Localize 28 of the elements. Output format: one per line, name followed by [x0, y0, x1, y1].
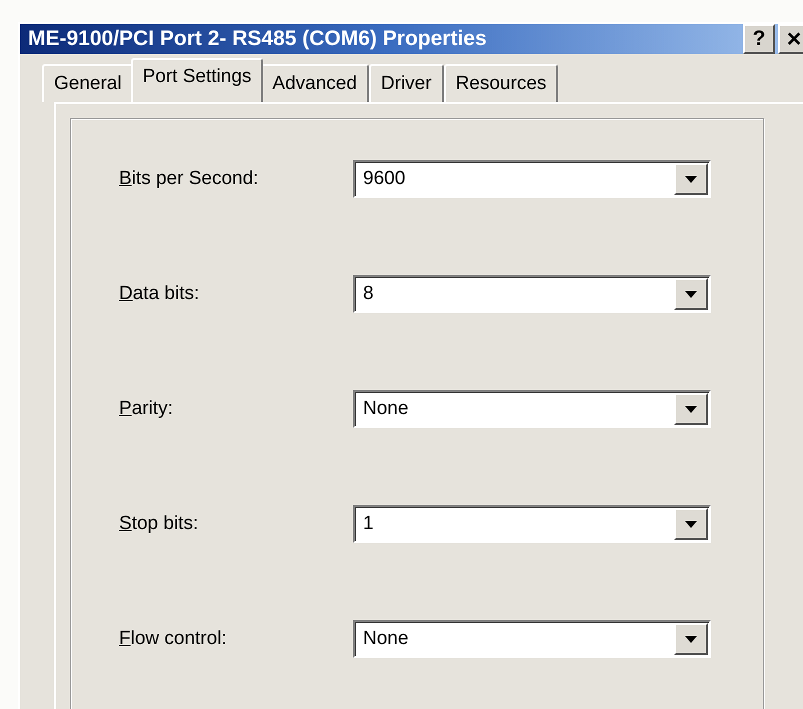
tab[interactable]: Port Settings — [130, 58, 264, 102]
field-label: Flow control: — [119, 628, 228, 650]
tab[interactable]: Driver — [368, 64, 444, 102]
dropdown-button[interactable] — [674, 508, 708, 540]
dropdown-button[interactable] — [674, 623, 708, 655]
window-title: ME-9100/PCI Port 2- RS485 (COM6) Properties — [28, 27, 487, 51]
field-label: Parity: — [119, 398, 174, 420]
field-label: Stop bits: — [119, 513, 200, 535]
caret-icon — [685, 176, 697, 182]
dropdown-button[interactable] — [674, 278, 708, 310]
dropdown-button[interactable] — [674, 163, 708, 195]
caret-icon — [685, 290, 697, 298]
tab[interactable]: Advanced — [260, 64, 369, 102]
dropdown-button[interactable] — [674, 393, 708, 425]
dropdown-field[interactable]: 8 — [353, 275, 711, 313]
dropdown-field[interactable]: 9600 — [353, 160, 711, 198]
field-label: Bits per Second: — [119, 168, 260, 190]
tab[interactable]: General — [42, 64, 134, 102]
dropdown-field[interactable]: None — [353, 390, 711, 428]
caret-icon — [685, 520, 697, 528]
caret-icon — [685, 636, 697, 642]
close-button[interactable]: × — [778, 24, 803, 54]
dropdown-field[interactable]: None — [353, 620, 711, 658]
field-label: Data bits: — [119, 283, 200, 305]
caret-icon — [685, 406, 697, 412]
dropdown-field[interactable]: 1 — [353, 505, 711, 543]
help-button[interactable]: ? — [743, 24, 775, 54]
tab[interactable]: Resources — [444, 64, 558, 102]
